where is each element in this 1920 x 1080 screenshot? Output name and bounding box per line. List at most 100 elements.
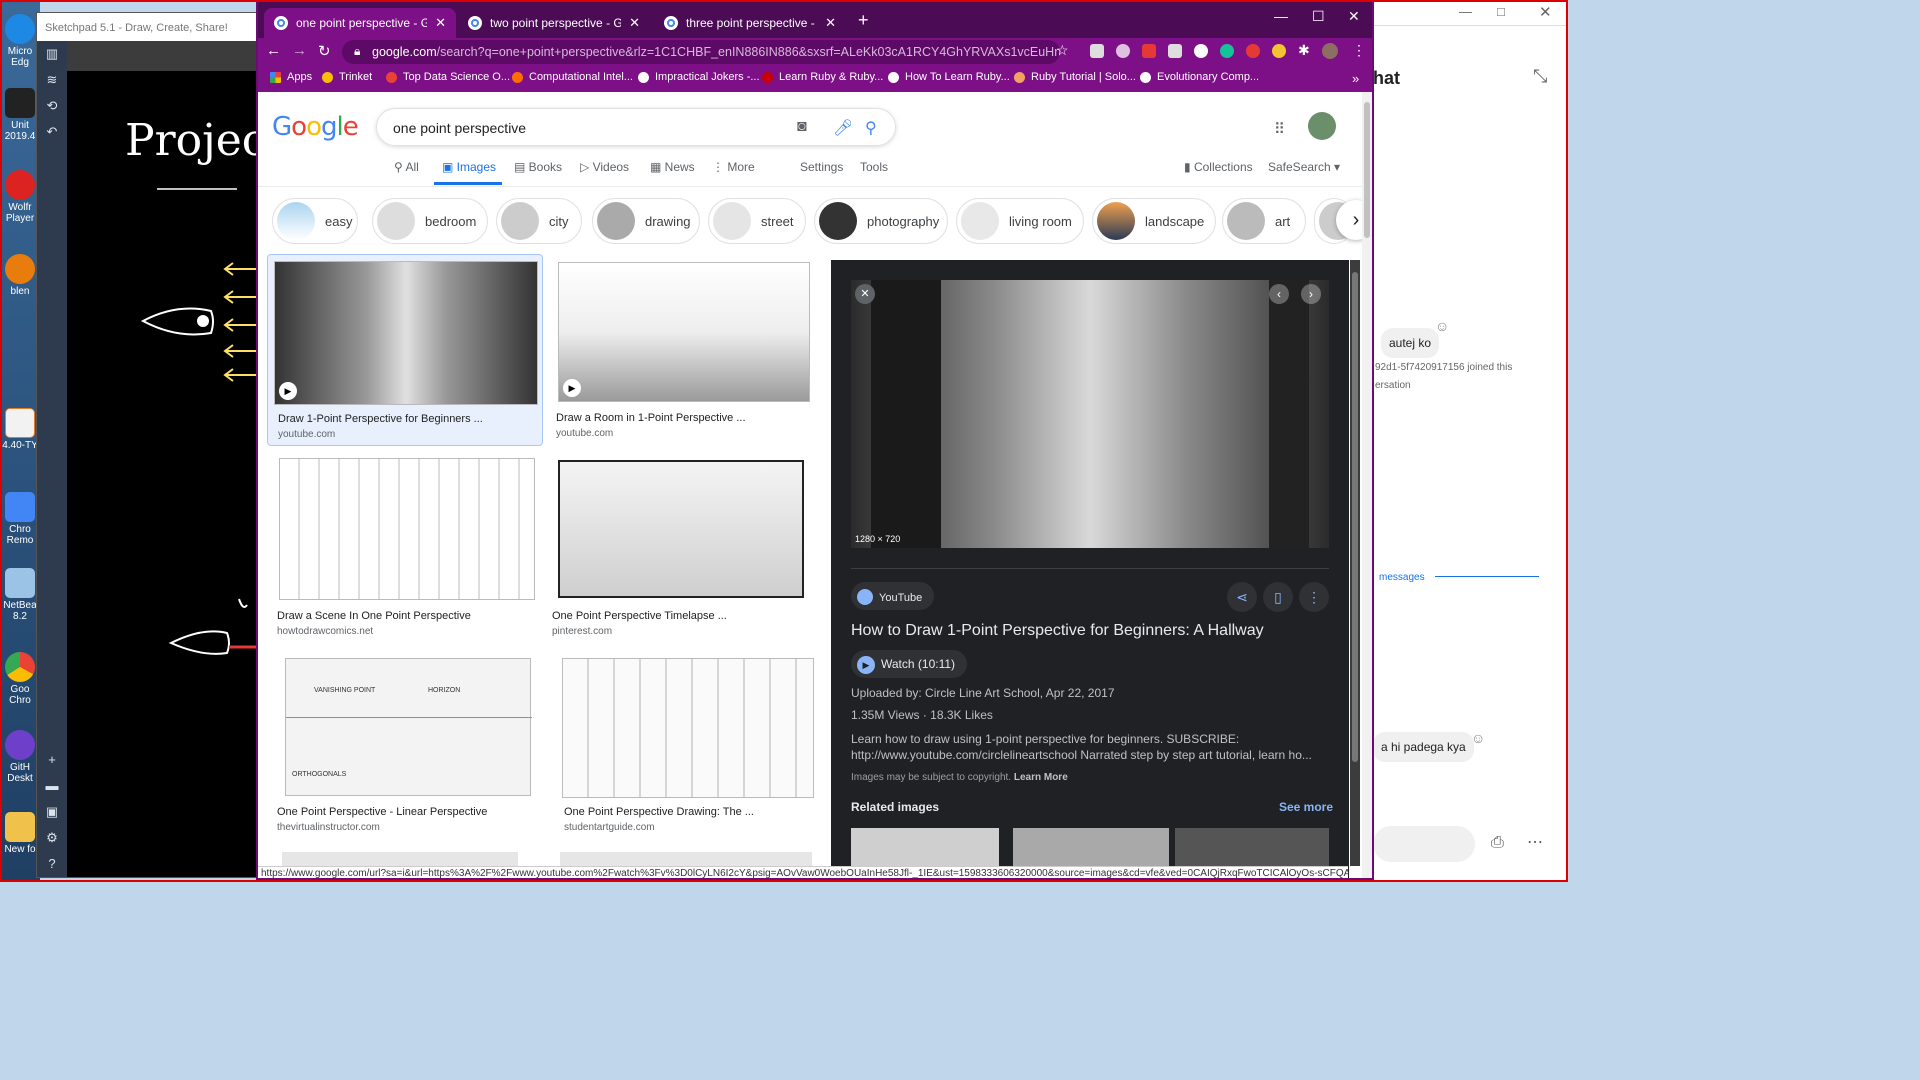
desktop-icon-chrome[interactable]: Goo Chro: [2, 652, 38, 706]
result-card[interactable]: One Point Perspective Drawing: The ... s…: [560, 654, 822, 836]
chip-photography[interactable]: photography: [814, 198, 948, 244]
extension-icon[interactable]: [1194, 44, 1208, 58]
extensions-puzzle-icon[interactable]: ✱: [1298, 42, 1310, 59]
sketchpad-tool-brush[interactable]: ▥: [37, 41, 67, 67]
bookmark-how-to-learn-ruby[interactable]: How To Learn Ruby...: [888, 71, 1010, 83]
tab-all[interactable]: ⚲ All: [394, 160, 419, 174]
tab-news[interactable]: ▦ News: [650, 160, 695, 174]
tab-images[interactable]: ▣ Images: [442, 160, 496, 174]
chip-drawing[interactable]: drawing: [592, 198, 700, 244]
tab-three-point[interactable]: three point perspective - Google✕: [654, 8, 846, 38]
desktop-icon-new-folder[interactable]: New fo: [2, 812, 38, 855]
desktop-icon-netbeans[interactable]: NetBea 8.2: [2, 568, 38, 622]
undo-icon[interactable]: ↶: [37, 119, 67, 145]
location-icon[interactable]: [1116, 44, 1130, 58]
result-card[interactable]: ▶ Draw a Room in 1-Point Perspective ...…: [552, 260, 816, 440]
extension-icon[interactable]: [1272, 44, 1286, 58]
bookmark-computational[interactable]: Computational Intel...: [512, 71, 633, 83]
desktop-icon-wolfram[interactable]: Wolfr Player: [2, 170, 38, 224]
chevron-left-icon[interactable]: ‹: [1269, 284, 1289, 304]
bookmark-learn-ruby[interactable]: Learn Ruby & Ruby...: [762, 71, 883, 83]
settings-icon[interactable]: ⚙: [37, 825, 67, 851]
desktop-icon-edge[interactable]: Micro Edg: [2, 14, 38, 68]
safesearch-dropdown[interactable]: SafeSearch ▾: [1268, 160, 1340, 174]
tab-videos[interactable]: ▷ Videos: [580, 160, 629, 174]
result-card[interactable]: Draw a Scene In One Point Perspective ho…: [273, 456, 543, 638]
panel-title[interactable]: How to Draw 1-Point Perspective for Begi…: [851, 622, 1264, 640]
help-icon[interactable]: ?: [37, 851, 67, 877]
back-icon[interactable]: ←: [266, 42, 281, 59]
close-window-icon[interactable]: ✕: [1348, 8, 1360, 25]
chip-street[interactable]: street: [708, 198, 806, 244]
folder-open-icon[interactable]: ▬: [37, 773, 67, 799]
chip-bedroom[interactable]: bedroom: [372, 198, 488, 244]
sketchpad-canvas[interactable]: Project: [67, 71, 284, 877]
learn-more-link[interactable]: Learn More: [1014, 772, 1068, 783]
panel-scrollbar[interactable]: [1350, 260, 1360, 866]
bookmark-trinket[interactable]: Trinket: [322, 71, 372, 83]
chip-city[interactable]: city: [496, 198, 582, 244]
bookmark-apps[interactable]: Apps: [270, 71, 312, 83]
watch-button[interactable]: ▶ Watch (10:11): [851, 650, 968, 678]
chip-living-room[interactable]: living room: [956, 198, 1084, 244]
more-options-icon[interactable]: ⋮: [1299, 582, 1329, 612]
bookmark-evolutionary[interactable]: Evolutionary Comp...: [1140, 71, 1259, 83]
desktop-icon-blender[interactable]: blen: [2, 254, 38, 297]
see-more-link[interactable]: See more: [1279, 800, 1333, 814]
search-input[interactable]: one point perspective ◙ 🎤︎ ⚲: [376, 108, 896, 146]
close-icon[interactable]: ✕: [1539, 3, 1552, 21]
close-tab-icon[interactable]: ✕: [629, 15, 640, 31]
settings-link[interactable]: Settings: [800, 160, 843, 174]
attachment-icon[interactable]: ⎙: [1491, 834, 1504, 852]
address-bar[interactable]: 🔒︎ google.com/search?q=one+point+perspec…: [342, 40, 1060, 64]
desktop-icon-chrome-remote[interactable]: Chro Remo: [2, 492, 38, 546]
youtube-extension-icon[interactable]: [1142, 44, 1156, 58]
close-icon[interactable]: ✕: [855, 284, 875, 304]
panel-scrollbar-thumb[interactable]: [1352, 272, 1358, 762]
minimize-icon[interactable]: —: [1459, 4, 1472, 19]
tools-link[interactable]: Tools: [860, 160, 888, 174]
tab-two-point[interactable]: two point perspective - Google S✕: [458, 8, 650, 38]
tab-books[interactable]: ▤ Books: [514, 160, 562, 174]
profile-avatar[interactable]: [1322, 43, 1338, 59]
maximize-icon[interactable]: ☐: [1312, 8, 1325, 25]
add-icon[interactable]: +: [37, 747, 67, 773]
page-scrollbar[interactable]: [1362, 92, 1372, 878]
reload-icon[interactable]: ↻: [318, 42, 331, 60]
forward-icon[interactable]: →: [292, 42, 307, 59]
account-avatar[interactable]: [1308, 112, 1336, 140]
tab-one-point[interactable]: one point perspective - Google S✕: [264, 8, 456, 38]
new-tab-icon[interactable]: +: [858, 10, 869, 31]
extension-icon[interactable]: [1168, 44, 1182, 58]
apps-grid-icon[interactable]: ⠿: [1274, 120, 1285, 138]
desktop-icon-github[interactable]: GitH Deskt: [2, 730, 38, 784]
bookmark-star-icon[interactable]: ☆: [1056, 42, 1069, 59]
bookmark-icon[interactable]: ▯: [1263, 582, 1293, 612]
maximize-icon[interactable]: □: [1497, 4, 1505, 19]
desktop-icon-unity[interactable]: Unit 2019.4: [2, 88, 38, 142]
camera-icon[interactable]: ◙: [797, 118, 807, 136]
collections-link[interactable]: ▮ Collections: [1184, 160, 1253, 174]
history-icon[interactable]: ⟲: [37, 93, 67, 119]
microphone-icon[interactable]: 🎤︎: [833, 118, 853, 138]
bookmark-ruby-tutorial[interactable]: Ruby Tutorial | Solo...: [1014, 71, 1136, 83]
chip-art[interactable]: art: [1222, 198, 1306, 244]
result-card[interactable]: One Point Perspective Timelapse ... pint…: [550, 456, 816, 638]
share-icon[interactable]: ⋖: [1227, 582, 1257, 612]
bookmark-impractical-jokers[interactable]: Impractical Jokers -...: [638, 71, 760, 83]
extension-icon[interactable]: [1246, 44, 1260, 58]
save-icon[interactable]: ▣: [37, 799, 67, 825]
emoji-icon[interactable]: ☺: [1435, 318, 1449, 334]
bookmark-data-science[interactable]: Top Data Science O...: [386, 71, 510, 83]
search-icon[interactable]: ⚲: [865, 118, 877, 138]
preview-image[interactable]: 1280 × 720: [851, 280, 1329, 548]
chevron-right-icon[interactable]: ›: [1301, 284, 1321, 304]
tab-more[interactable]: ⋮ More: [712, 160, 755, 174]
site-badge[interactable]: YouTube: [851, 582, 935, 610]
close-tab-icon[interactable]: ✕: [435, 15, 446, 31]
more-options-icon[interactable]: ⋯: [1527, 832, 1543, 852]
result-thumbnail-partial[interactable]: [282, 852, 518, 866]
desktop-icon-pdf[interactable]: 4.40-TY: [2, 408, 38, 451]
chip-easy[interactable]: easy: [272, 198, 358, 244]
extension-icon[interactable]: [1090, 44, 1104, 58]
